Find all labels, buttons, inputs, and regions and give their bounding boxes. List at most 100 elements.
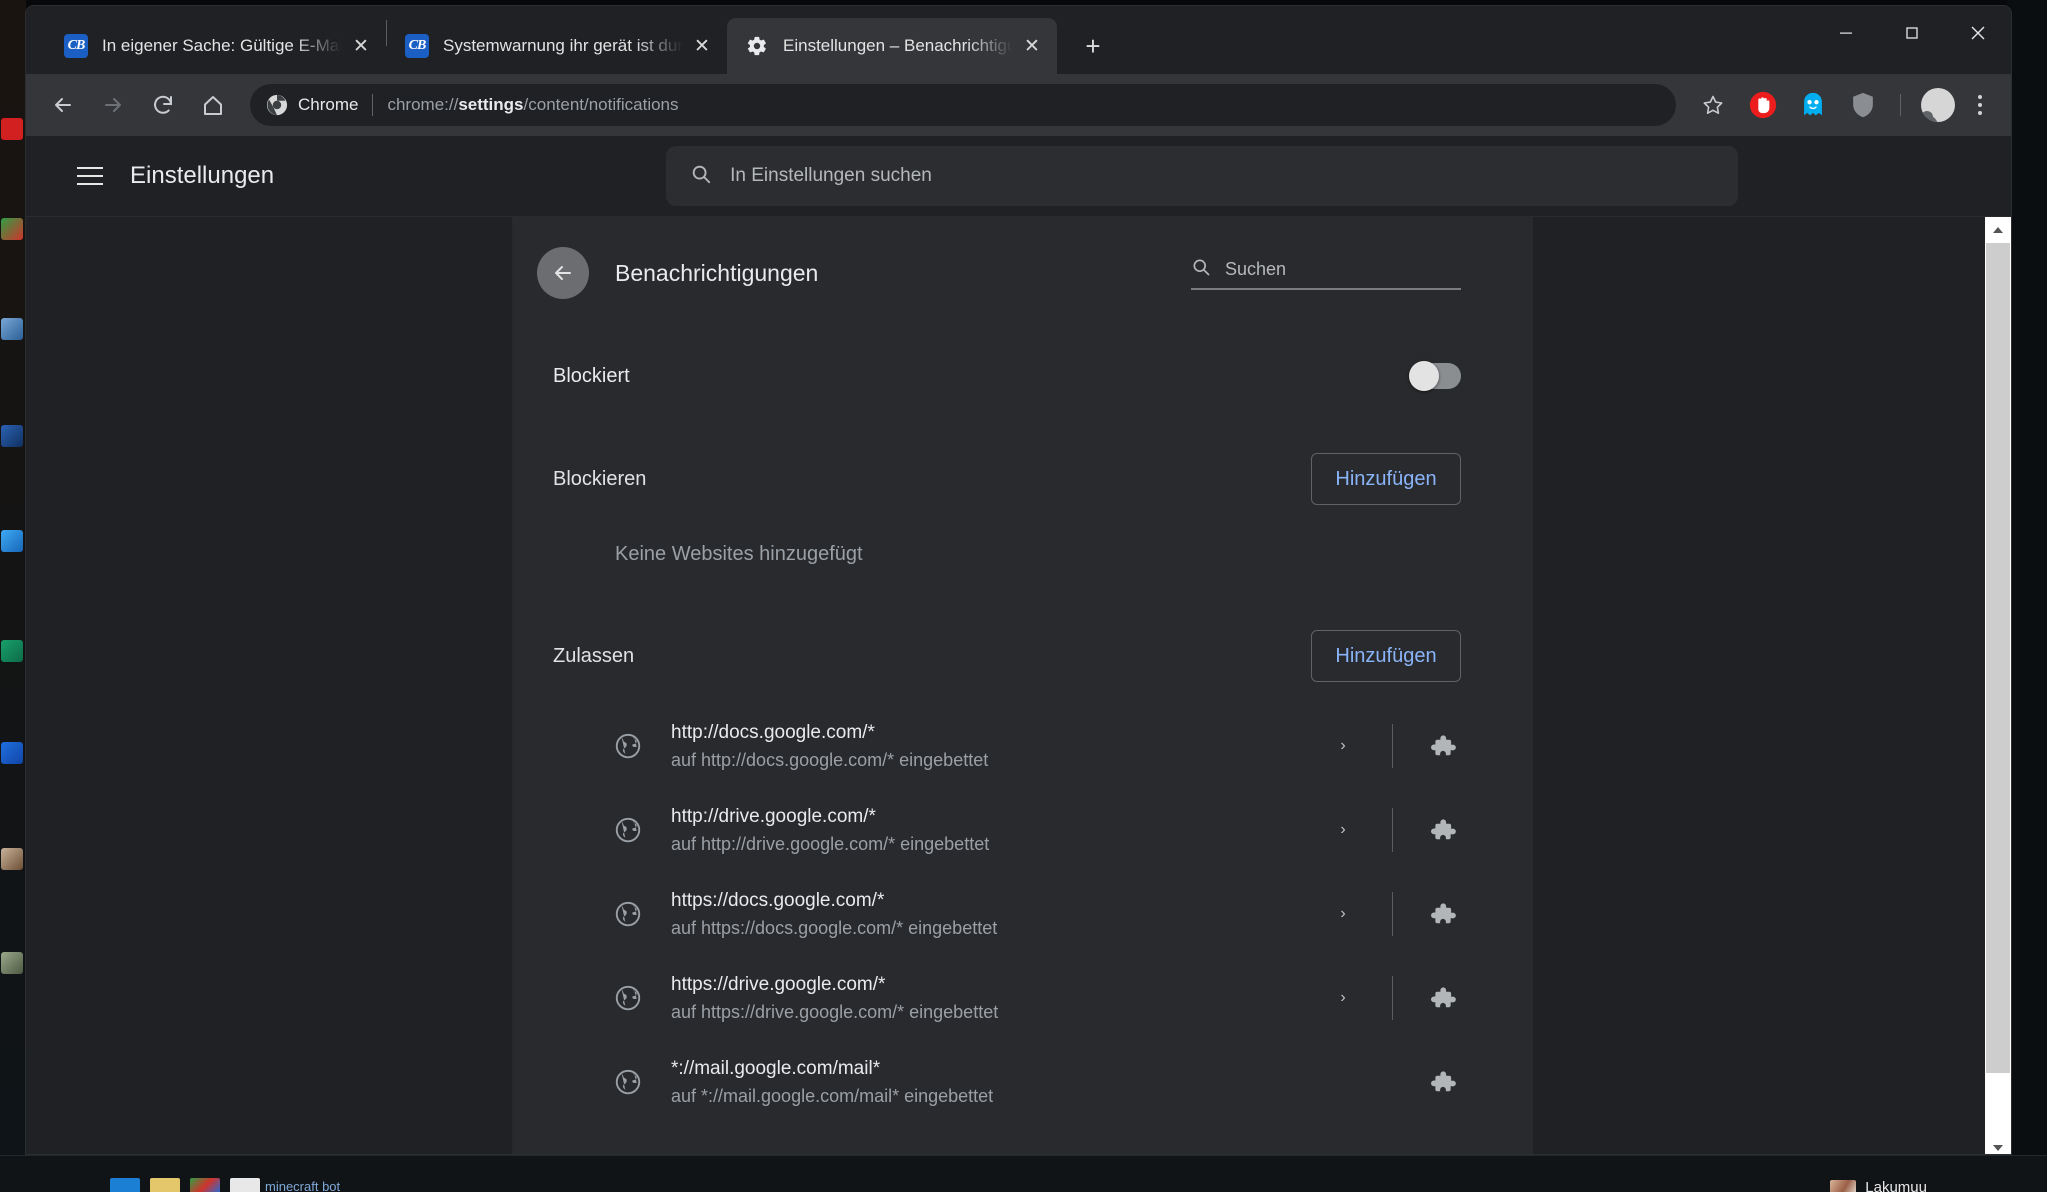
browser-tab-3[interactable]: Einstellungen – Benachrichtigung ✕ [727,18,1057,74]
extension-puzzle-icon[interactable] [1427,1067,1457,1097]
chrome-logo-icon [266,94,288,116]
desktop-icon[interactable] [1,530,23,552]
tab-close-icon[interactable]: ✕ [1019,33,1045,59]
shield-icon[interactable] [1840,82,1886,128]
extension-puzzle-icon[interactable] [1427,815,1457,845]
list-item[interactable]: http://drive.google.com/* auf http://dri… [553,788,1493,872]
close-button[interactable] [1945,6,2011,60]
computerbase-icon: CB [405,34,429,58]
extension-puzzle-icon[interactable] [1427,731,1457,761]
desktop-icon[interactable] [1,742,23,764]
list-item-sub: auf http://drive.google.com/* eingebette… [671,833,990,854]
taskbar-app-icon [150,1178,180,1192]
minimize-button[interactable] [1813,6,1879,60]
desktop-icon[interactable] [1,425,23,447]
list-item-url: http://drive.google.com/* [671,806,876,828]
bookmark-star-icon[interactable] [1690,82,1736,128]
list-item-texts: https://docs.google.com/* auf https://do… [671,887,997,941]
row-divider [1392,808,1393,852]
browser-tab-1[interactable]: CB In eigener Sache: Gültige E-Mail- ✕ [46,18,386,74]
back-icon[interactable] [40,82,86,128]
panel-search-input[interactable]: Suchen [1191,257,1461,290]
notifications-panel: Benachrichtigungen Suchen Blockiert Bloc… [513,217,1533,1154]
list-item[interactable]: http://docs.google.com/* auf http://docs… [553,704,1493,788]
scrollbar-track[interactable] [1985,243,2011,1135]
block-empty-text: Keine Websites hinzugefügt [615,543,863,565]
page-scrollbar[interactable] [1985,217,2011,1154]
list-item-texts: http://drive.google.com/* auf http://dri… [671,803,989,857]
taskbar-app-icon [110,1178,140,1192]
reload-icon[interactable] [140,82,186,128]
user-avatar [1830,1179,1857,1192]
chevron-right-icon[interactable]: › [1328,899,1358,929]
chrome-menu-icon[interactable] [1963,84,1997,126]
blocked-toggle[interactable] [1409,361,1461,391]
panel-header: Benachrichtigungen Suchen [513,217,1533,299]
home-icon[interactable] [190,82,236,128]
extension-puzzle-icon[interactable] [1427,983,1457,1013]
taskbar-item[interactable] [190,1178,220,1192]
row-divider [1392,976,1393,1020]
allow-add-button[interactable]: Hinzufügen [1311,630,1461,682]
list-item-url: http://docs.google.com/* [671,722,875,744]
omnibox-divider [372,94,374,116]
list-item[interactable]: https://drive.google.com/* auf https://d… [553,956,1493,1040]
desktop-icon[interactable] [1,952,23,974]
desktop-icon[interactable] [1,640,23,662]
globe-icon [613,815,643,845]
desktop-icon[interactable] [1,848,23,870]
list-item[interactable]: https://docs.google.com/* auf https://do… [553,872,1493,956]
url-prefix: chrome:// [387,95,459,114]
scroll-up-arrow-icon[interactable] [1985,217,2011,243]
ghostery-icon[interactable] [1790,82,1836,128]
list-item[interactable]: *://mail.google.com/mail* auf *://mail.g… [553,1040,1493,1124]
new-tab-button[interactable]: + [1071,24,1115,68]
os-taskbar: minecraft bot Lakumuu [0,1155,2047,1192]
maximize-button[interactable] [1879,6,1945,60]
settings-body: Benachrichtigungen Suchen Blockiert Bloc… [26,217,2011,1154]
tab-strip: CB In eigener Sache: Gültige E-Mail- ✕ C… [26,6,2011,74]
scroll-down-arrow-icon[interactable] [1985,1135,2011,1154]
settings-search-input[interactable]: In Einstellungen suchen [666,146,1739,206]
tab-title: Einstellungen – Benachrichtigung [783,36,1013,55]
tab-close-icon[interactable]: ✕ [348,33,374,59]
chevron-right-icon[interactable]: › [1328,815,1358,845]
row-divider [1392,724,1393,768]
list-item-url: *://mail.google.com/mail* [671,1058,881,1080]
blocked-label: Blockiert [553,364,630,387]
panel-search-placeholder: Suchen [1225,258,1287,279]
taskbar-item-terminal[interactable]: minecraft bot [230,1178,340,1192]
list-item-texts: http://docs.google.com/* auf http://docs… [671,719,988,773]
back-arrow-icon[interactable] [537,247,589,299]
extension-puzzle-icon[interactable] [1427,899,1457,929]
settings-gear-icon [745,34,769,58]
adblock-icon[interactable] [1740,82,1786,128]
url-suffix: /content/notifications [523,95,679,114]
chevron-right-icon[interactable]: › [1328,983,1358,1013]
taskbar-user[interactable]: Lakumuu [1830,1179,1927,1192]
browser-tab-2[interactable]: CB Systemwarnung ihr gerät ist durc ✕ [387,18,727,74]
forward-icon[interactable] [90,82,136,128]
toolbar-divider [1900,94,1901,116]
globe-icon [613,1067,643,1097]
allow-list: http://docs.google.com/* auf http://docs… [553,704,1493,1124]
url-bold: settings [458,95,524,114]
hamburger-menu-icon[interactable] [62,148,118,204]
desktop-icon[interactable] [1,218,23,240]
desktop-icon[interactable] [1,118,23,140]
chevron-right-icon[interactable]: › [1328,731,1358,761]
block-add-button[interactable]: Hinzufügen [1311,453,1461,505]
tab-close-icon[interactable]: ✕ [689,33,715,59]
computerbase-icon: CB [64,34,88,58]
profile-avatar[interactable] [1921,88,1955,122]
toggle-knob [1409,361,1439,391]
block-section: Blockieren Hinzufügen Keine Websites hin… [513,389,1533,566]
allow-section-header: Zulassen Hinzufügen [553,566,1493,682]
address-bar[interactable]: Chrome chrome://settings/content/notific… [250,84,1676,126]
list-item-url: https://docs.google.com/* [671,890,885,912]
scrollbar-thumb[interactable] [1986,243,2010,1073]
taskbar-item[interactable] [110,1178,140,1192]
taskbar-item[interactable] [150,1178,180,1192]
omnibox-chip-label: Chrome [298,95,359,114]
desktop-icon[interactable] [1,318,23,340]
